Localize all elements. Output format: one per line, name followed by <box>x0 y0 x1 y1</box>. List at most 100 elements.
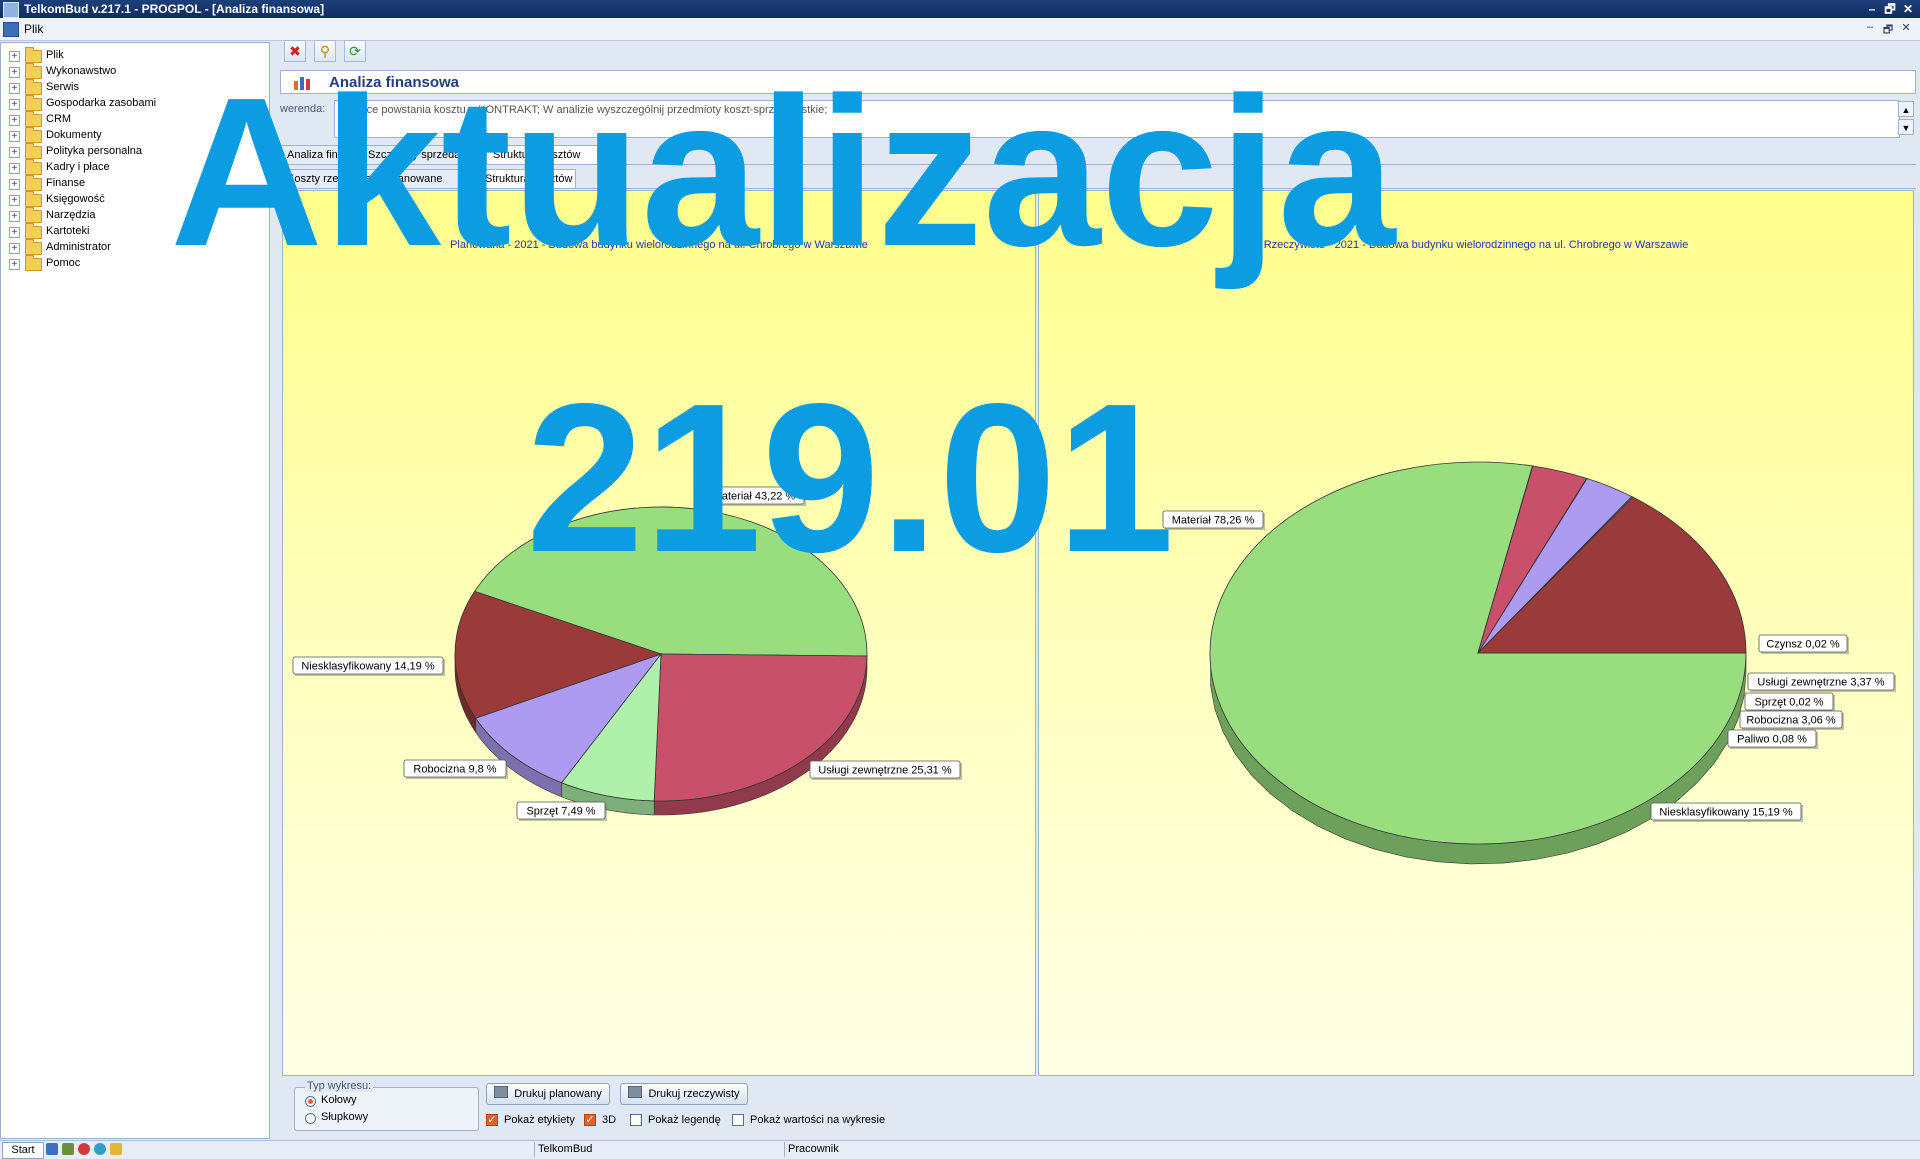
folder-icon <box>25 95 42 111</box>
status-user: Pracownik <box>788 1143 839 1155</box>
svg-text:Sprzęt 7,49 %: Sprzęt 7,49 % <box>526 806 595 818</box>
folder-icon <box>25 191 42 207</box>
slice-label: Czynsz 0,02 % <box>1758 634 1849 654</box>
show-labels-checkbox[interactable]: ✓ <box>486 1114 498 1126</box>
mdi-restore-button[interactable]: 🗗 <box>1880 21 1896 36</box>
show-legend-checkbox[interactable] <box>630 1114 642 1126</box>
expand-icon[interactable]: + <box>9 211 20 222</box>
show-values-label: Pokaż wartości na wykresie <box>750 1114 886 1126</box>
folder-icon <box>25 255 42 271</box>
expand-icon[interactable]: + <box>9 67 20 78</box>
overlay-version: 219.01 <box>526 359 1175 596</box>
slice-label: Paliwo 0,08 % <box>1727 729 1818 749</box>
overlay-title: Aktualizacja <box>170 53 1396 290</box>
svg-text:Czynsz 0,02 %: Czynsz 0,02 % <box>1766 639 1840 651</box>
radio-bar-label: Słupkowy <box>321 1111 369 1123</box>
chart-type-group: Typ wykresu: Kołowy Słupkowy <box>294 1080 479 1131</box>
expand-icon[interactable]: + <box>9 163 20 174</box>
expand-icon[interactable]: + <box>9 243 20 254</box>
folder-icon <box>25 47 42 63</box>
folder-icon <box>25 127 42 143</box>
restore-button[interactable]: 🗗 <box>1882 1 1898 17</box>
mdi-minimize-button[interactable]: – <box>1862 21 1878 36</box>
print-actual-label: Drukuj rzeczywisty <box>648 1088 740 1100</box>
svg-text:Paliwo 0,08 %: Paliwo 0,08 % <box>1737 734 1807 746</box>
window-title: TelkomBud v.217.1 - PROGPOL - [Analiza f… <box>24 2 325 16</box>
minimize-button[interactable]: – <box>1864 1 1880 17</box>
radio-pie-label: Kołowy <box>321 1094 357 1106</box>
expand-icon[interactable]: + <box>9 99 20 110</box>
tree-item-label: Gospodarka zasobami <box>46 97 157 109</box>
app-tray-icon[interactable] <box>46 1143 58 1155</box>
printer-icon <box>628 1086 643 1098</box>
show-labels-label: Pokaż etykiety <box>504 1114 575 1126</box>
users-tray-icon[interactable] <box>110 1143 122 1155</box>
status-separator <box>784 1142 785 1157</box>
folder-icon <box>25 175 42 191</box>
tree-item-label: Plik <box>46 49 64 61</box>
actual-chart-panel: Rzeczywiste - 2021 - Budowa budynku wiel… <box>1038 190 1914 1076</box>
menu-plik[interactable]: Plik <box>24 22 43 36</box>
chart-type-legend: Typ wykresu: <box>305 1080 374 1092</box>
tree-item-label: Polityka personalna <box>46 145 143 157</box>
slice-label: Niesklasyfikowany 15,19 % <box>1650 802 1803 822</box>
svg-text:Niesklasyfikowany 15,19 %: Niesklasyfikowany 15,19 % <box>1659 807 1793 819</box>
tree-item-label: Serwis <box>46 81 80 93</box>
tree-item-label: Dokumenty <box>46 129 102 141</box>
actual-pie-chart: Materiał 78,26 % Czynsz 0,02 % Usługi zewn… <box>1162 461 1896 865</box>
folder-icon <box>25 143 42 159</box>
sync-tray-icon[interactable] <box>94 1143 106 1155</box>
svg-text:Niesklasyfikowany 14,19 %: Niesklasyfikowany 14,19 % <box>301 661 435 673</box>
expand-icon[interactable]: + <box>9 51 20 62</box>
expand-icon[interactable]: + <box>9 195 20 206</box>
expand-icon[interactable]: + <box>9 147 20 158</box>
expand-icon[interactable]: + <box>9 259 20 270</box>
slice-label: Robocizna 9,8 % <box>403 759 508 779</box>
show-legend-label: Pokaż legendę <box>648 1114 721 1126</box>
scroll-down-button[interactable]: ▼ <box>1898 119 1914 135</box>
folder-icon <box>25 111 42 127</box>
svg-text:Robocizna 9,8 %: Robocizna 9,8 % <box>413 764 496 776</box>
folder-icon <box>25 63 42 79</box>
radio-bar[interactable] <box>305 1113 316 1124</box>
status-separator <box>534 1142 535 1157</box>
close-button[interactable]: ✕ <box>1900 1 1916 17</box>
slice-label: Sprzęt 0,02 % <box>1744 692 1835 712</box>
svg-text:Robocizna 3,06 %: Robocizna 3,06 % <box>1746 715 1835 727</box>
3d-checkbox[interactable]: ✓ <box>584 1114 596 1126</box>
slice-label: Usługi zewnętrzne 25,31 % <box>809 760 962 780</box>
tree-item-label: Wykonawstwo <box>46 65 117 77</box>
print-actual-button[interactable]: Drukuj rzeczywisty <box>620 1083 748 1105</box>
expand-icon[interactable]: + <box>9 227 20 238</box>
tree-item-label: Pomoc <box>46 257 81 269</box>
tree-item-label: Kadry i płace <box>46 161 110 173</box>
3d-label: 3D <box>602 1114 617 1126</box>
folder-icon <box>25 239 42 255</box>
slice-label: Usługi zewnętrzne 3,37 % <box>1747 672 1896 692</box>
calculator-tray-icon[interactable] <box>62 1143 74 1155</box>
menu-app-icon[interactable] <box>3 22 19 37</box>
tree-item-label: CRM <box>46 113 72 125</box>
tree-item-label: Narzędzia <box>46 209 96 221</box>
expand-icon[interactable]: + <box>9 179 20 190</box>
status-app: TelkomBud <box>538 1143 593 1155</box>
folder-icon <box>25 159 42 175</box>
show-values-checkbox[interactable] <box>732 1114 744 1126</box>
svg-text:Usługi zewnętrzne 3,37 %: Usługi zewnętrzne 3,37 % <box>1757 677 1884 689</box>
print-planned-button[interactable]: Drukuj planowany <box>486 1083 610 1105</box>
expand-icon[interactable]: + <box>9 131 20 142</box>
tree-item-label: Kartoteki <box>46 225 90 237</box>
scroll-up-button[interactable]: ▲ <box>1898 101 1914 117</box>
start-button[interactable]: Start <box>2 1142 44 1159</box>
expand-icon[interactable]: + <box>9 115 20 126</box>
slice-label: Sprzęt 7,49 % <box>516 801 607 821</box>
planned-chart-panel: Planowana - 2021 - Budowa budynku wielor… <box>282 190 1036 1076</box>
expand-icon[interactable]: + <box>9 83 20 94</box>
mdi-close-button[interactable]: ✕ <box>1898 21 1914 36</box>
slice-label: Niesklasyfikowany 14,19 % <box>292 656 445 676</box>
folder-icon <box>25 207 42 223</box>
radio-pie[interactable] <box>305 1096 316 1107</box>
tree-item-label: Księgowość <box>46 193 105 205</box>
alert-tray-icon[interactable] <box>78 1143 90 1155</box>
print-planned-label: Drukuj planowany <box>514 1088 602 1100</box>
